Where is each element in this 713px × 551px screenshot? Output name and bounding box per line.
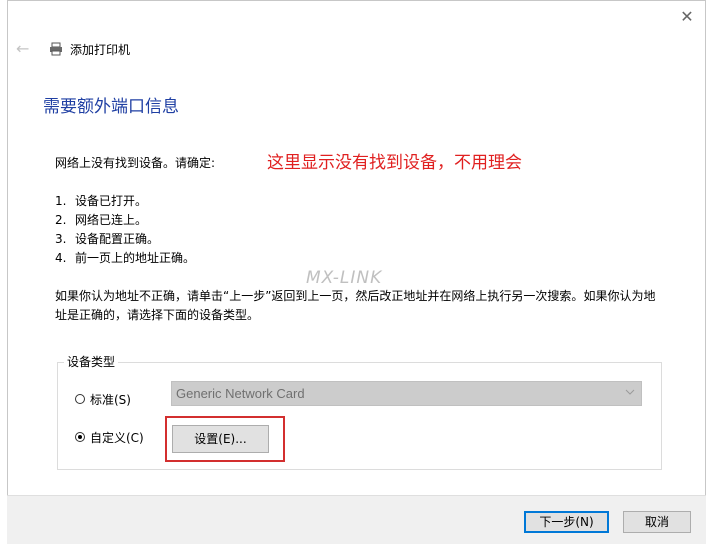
- red-annotation: 这里显示没有找到设备，不用理会: [267, 153, 522, 173]
- cancel-button[interactable]: 取消: [623, 511, 691, 533]
- dialog-footer: 下一步(N) 取消: [7, 495, 706, 544]
- list-item: 1. 设备已打开。: [55, 194, 148, 208]
- back-arrow-icon[interactable]: ←: [16, 39, 36, 59]
- standard-device-select: Generic Network Card: [171, 381, 642, 406]
- standard-radio[interactable]: [75, 394, 85, 404]
- window-title: 添加打印机: [70, 43, 131, 57]
- watermark: MX-LINK: [306, 268, 383, 288]
- checklist: 1. 设备已打开。 2. 网络已连上。 3. 设备配置正确。 4. 前一页上的地址正确。: [55, 192, 195, 268]
- standard-device-value: Generic Network Card: [176, 386, 305, 401]
- device-type-legend: 设备类型: [64, 353, 119, 370]
- next-button[interactable]: 下一步(N): [524, 511, 609, 533]
- printer-icon: [50, 42, 62, 56]
- close-icon[interactable]: ✕: [675, 5, 699, 29]
- chevron-down-icon: [625, 389, 635, 395]
- instruction-paragraph: 如果你认为地址不正确，请单击“上一步”返回到上一页，然后改正地址并在网络上执行另…: [55, 289, 656, 322]
- custom-radio[interactable]: [75, 432, 85, 442]
- custom-radio-label[interactable]: 自定义(C): [90, 429, 144, 446]
- title-bar: ✕ ← 添加打印机: [8, 1, 705, 64]
- red-highlight-box: [165, 416, 285, 462]
- device-type-group: [57, 362, 662, 470]
- list-item: 4. 前一页上的地址正确。: [55, 251, 196, 265]
- standard-radio-label[interactable]: 标准(S): [90, 391, 131, 408]
- list-item: 3. 设备配置正确。: [55, 232, 160, 246]
- list-item: 2. 网络已连上。: [55, 213, 148, 227]
- page-heading: 需要额外端口信息: [43, 97, 179, 117]
- intro-text: 网络上没有找到设备。请确定:: [55, 156, 216, 170]
